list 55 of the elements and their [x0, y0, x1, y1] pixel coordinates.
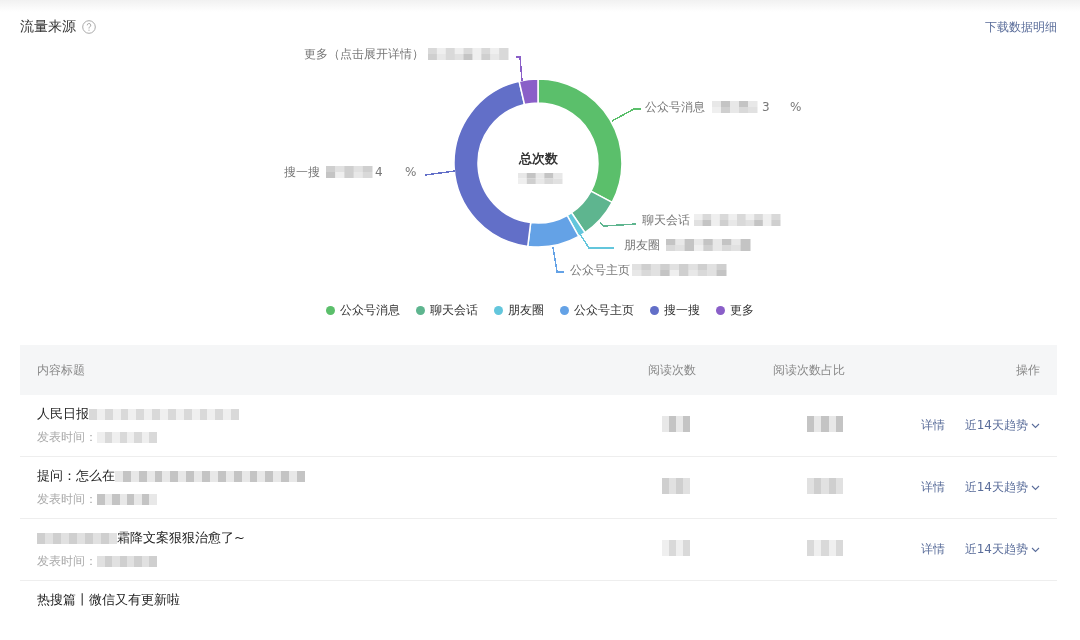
slice-label: 聊天会话 — [642, 213, 690, 227]
article-title[interactable]: 提问：怎么在 — [37, 467, 115, 485]
chevron-down-icon — [1031, 546, 1040, 553]
slice-label: 更多（点击展开详情） — [304, 47, 424, 61]
trend-dropdown[interactable]: 近14天趋势 — [964, 479, 1040, 496]
percent-sign: % — [405, 165, 417, 179]
percent-fragment: 3 — [762, 100, 770, 114]
percent-fragment: 4 — [375, 165, 383, 179]
publish-date-label: 发表时间： — [37, 553, 97, 570]
trend-dropdown[interactable]: 近14天趋势 — [964, 417, 1040, 434]
column-header: 阅读次数占比 — [772, 361, 846, 379]
article-title[interactable]: 霜降文案狠狠治愈了~ — [117, 529, 245, 547]
blurred-text — [807, 477, 843, 494]
donut-slice[interactable] — [453, 80, 532, 248]
chevron-down-icon — [1031, 484, 1040, 491]
donut-slice[interactable] — [570, 190, 613, 234]
blurred-text — [662, 539, 690, 556]
blurred-text — [97, 494, 157, 505]
legend-label[interactable]: 公众号主页 — [574, 301, 634, 319]
blurred-text — [97, 432, 157, 443]
blurred-text — [97, 556, 157, 567]
legend-label[interactable]: 搜一搜 — [664, 301, 700, 319]
legend-label[interactable]: 公众号消息 — [340, 301, 400, 319]
blurred-text — [807, 539, 843, 556]
publish-date-label: 发表时间： — [37, 429, 97, 446]
detail-link[interactable]: 详情 — [920, 541, 945, 558]
blurred-text — [662, 415, 690, 432]
slice-label: 公众号消息 — [645, 100, 705, 114]
legend-label[interactable]: 聊天会话 — [430, 301, 478, 319]
article-title[interactable]: 人民日报 — [37, 405, 89, 423]
blurred-value — [712, 101, 758, 113]
column-header: 操作 — [1015, 361, 1040, 379]
blurred-value — [518, 173, 563, 184]
article-title[interactable]: 热搜篇丨微信又有更新啦 — [37, 591, 180, 609]
legend-label[interactable]: 更多 — [730, 301, 754, 319]
column-header: 阅读次数 — [647, 361, 697, 379]
trend-dropdown[interactable]: 近14天趋势 — [964, 541, 1040, 558]
slice-label: 朋友圈 — [624, 238, 660, 252]
slice-label: 搜一搜 — [284, 165, 320, 179]
donut-slice[interactable] — [527, 214, 580, 248]
help-icon[interactable] — [82, 20, 96, 34]
blurred-text — [807, 415, 843, 432]
download-data-link[interactable]: 下载数据明细 — [985, 18, 1057, 36]
section-title: 流量来源 — [20, 18, 76, 36]
legend-label[interactable]: 朋友圈 — [508, 301, 544, 319]
publish-date-label: 发表时间： — [37, 491, 97, 508]
detail-link[interactable]: 详情 — [920, 417, 945, 434]
slice-label: 公众号主页 — [570, 263, 630, 277]
blurred-text — [662, 477, 690, 494]
chevron-down-icon — [1031, 422, 1040, 429]
detail-link[interactable]: 详情 — [920, 479, 945, 496]
percent-sign: % — [790, 100, 802, 114]
donut-center-title: 总次数 — [518, 151, 558, 166]
blurred-value — [326, 166, 373, 178]
column-header: 内容标题 — [37, 361, 86, 379]
